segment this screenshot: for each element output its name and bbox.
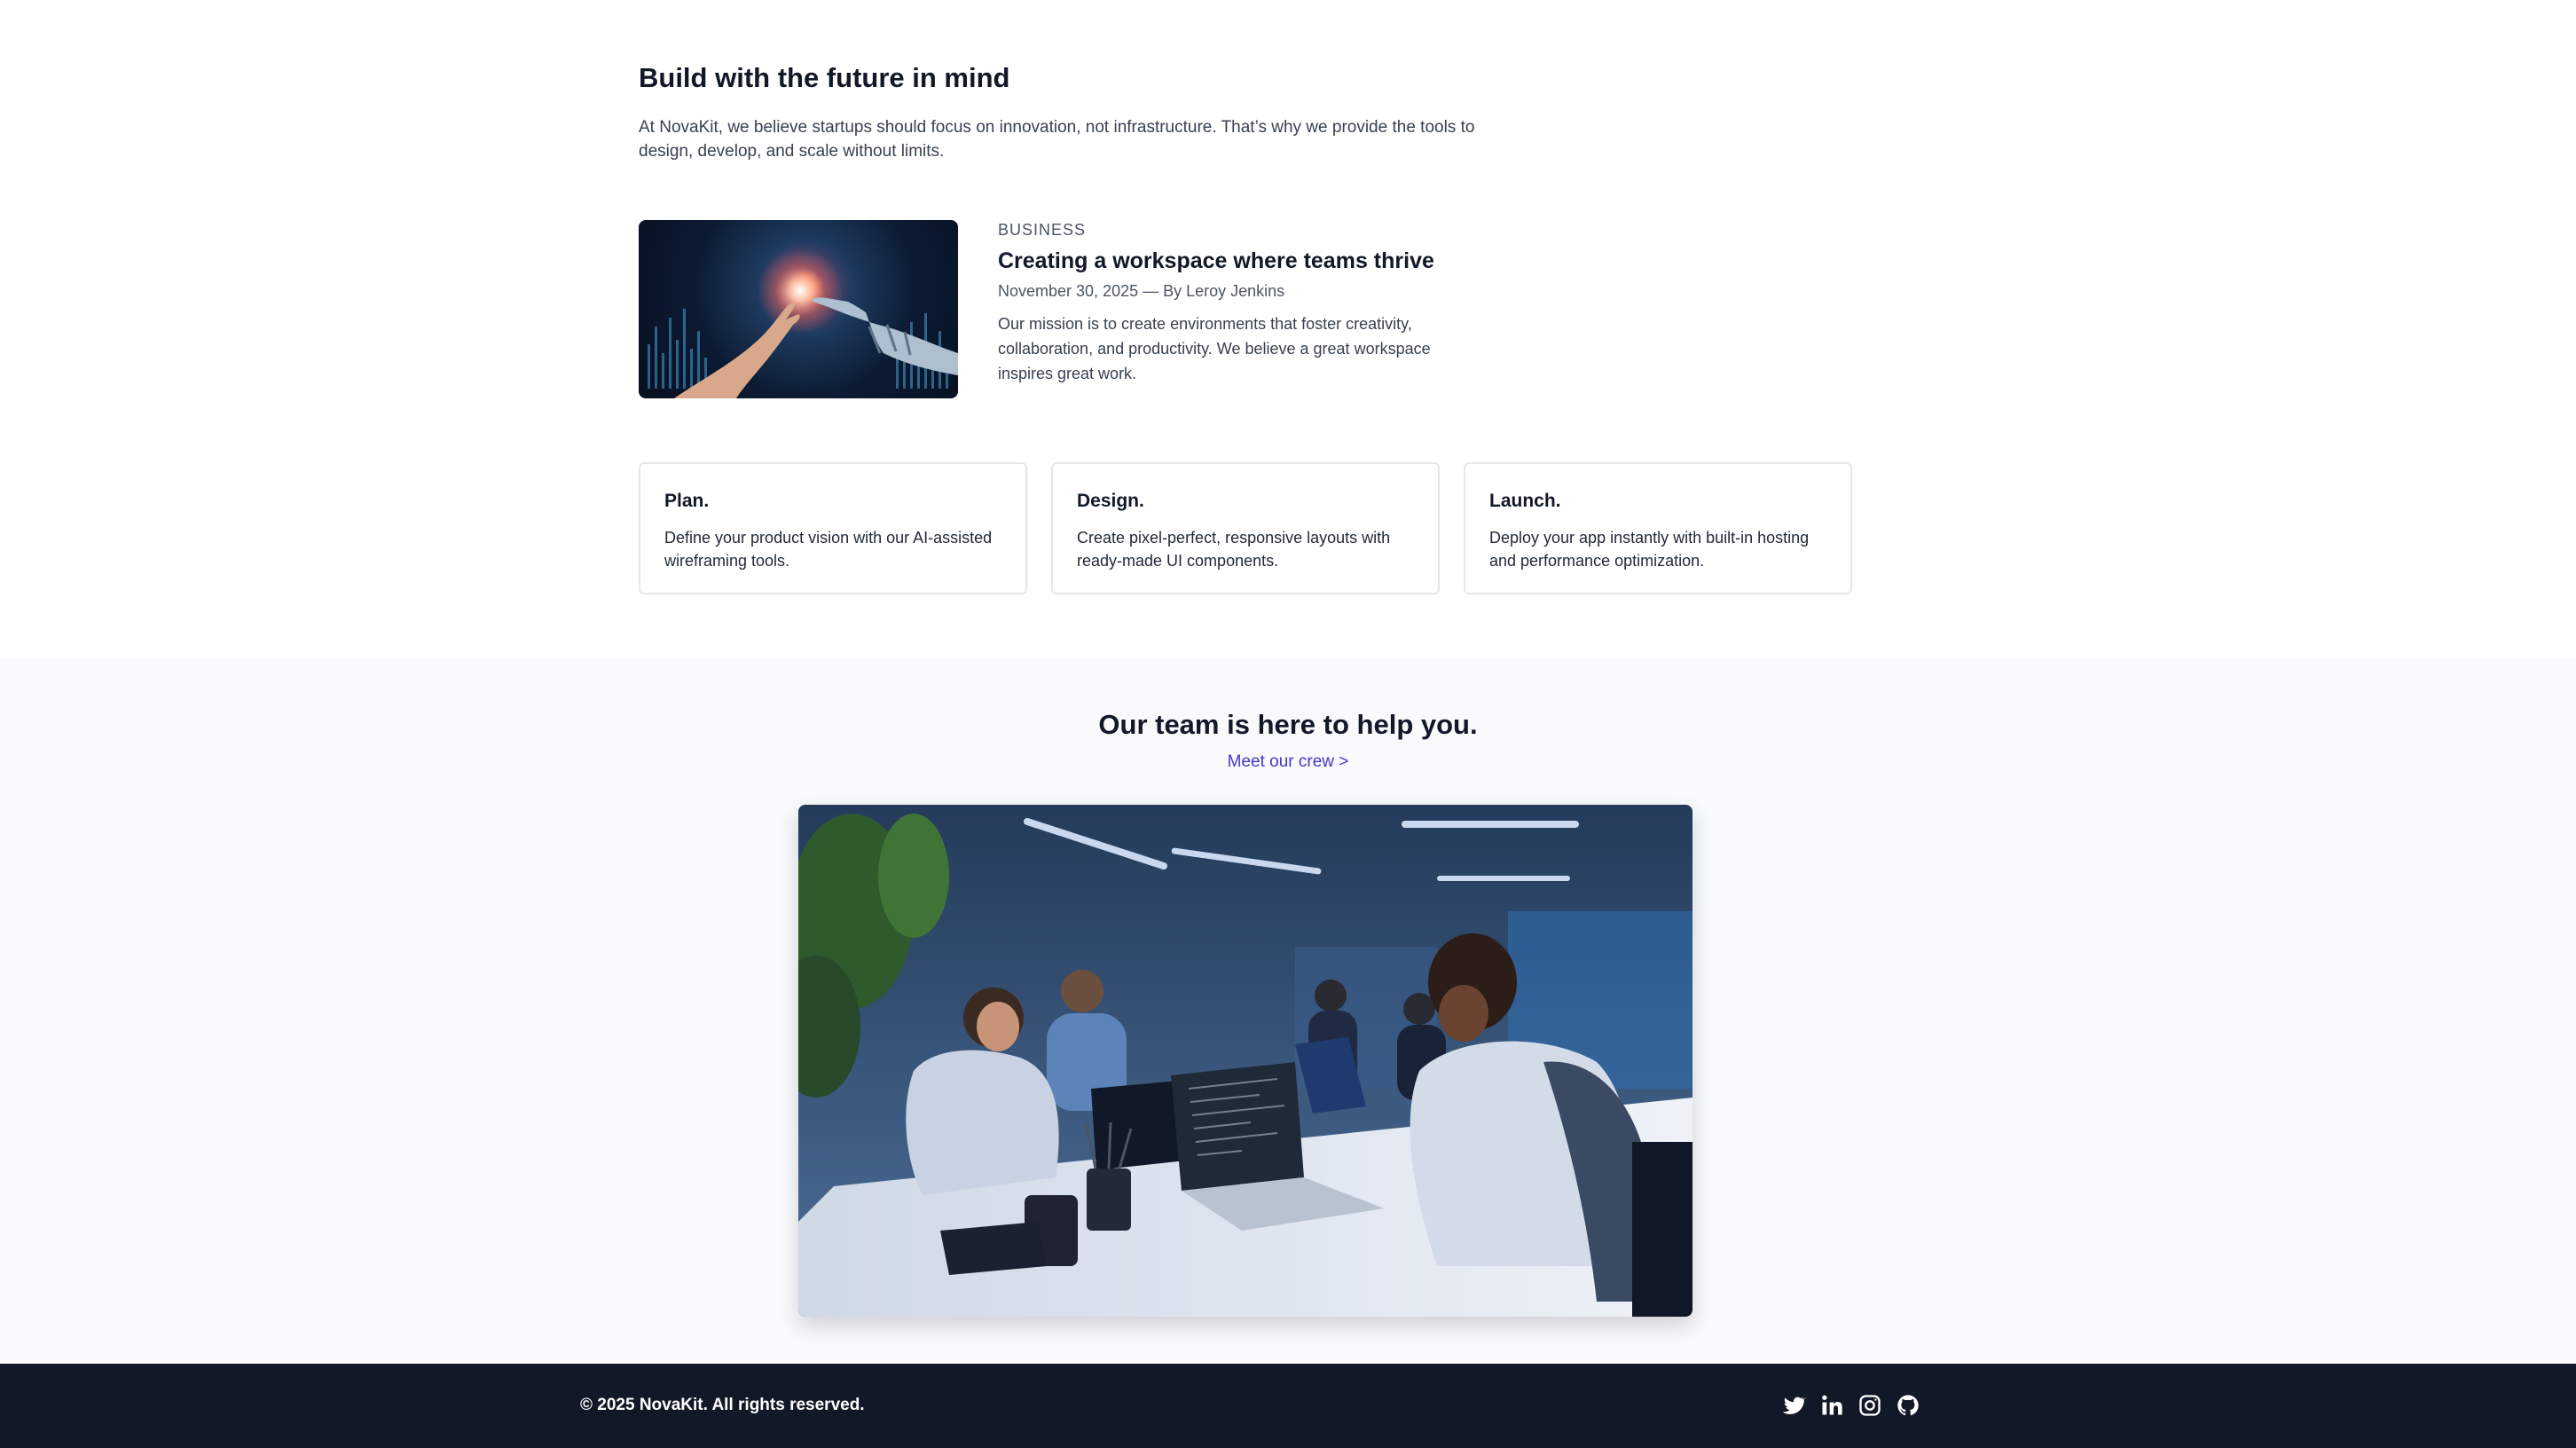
ai-hand-illustration (648, 248, 958, 398)
article-category[interactable]: BUSINESS (998, 220, 1495, 240)
footer-copyright: © 2025 NovaKit. All rights reserved. (580, 1396, 865, 1414)
feature-card-plan: Plan. Define your product vision with ou… (639, 462, 1027, 594)
footer: © 2025 NovaKit. All rights reserved. (0, 1364, 2576, 1448)
article-title[interactable]: Creating a workspace where teams thrive (998, 246, 1495, 276)
team-section: Our team is here to help you. Meet our c… (0, 658, 2576, 1364)
feature-card-text: Deploy your app instantly with built-in … (1489, 529, 1810, 570)
linkedin-icon[interactable] (1819, 1393, 1844, 1418)
feature-card-design: Design. Create pixel-perfect, responsive… (1051, 462, 1440, 594)
article-thumbnail[interactable] (639, 220, 958, 398)
feature-card-text: Define your product vision with our AI-a… (664, 529, 993, 570)
intro-description: At NovaKit, we believe startups should f… (639, 115, 1543, 163)
intro-heading: Build with the future in mind (639, 62, 1010, 93)
team-heading: Our team is here to help you. (1098, 709, 1478, 740)
team-photo (798, 805, 1692, 1317)
article-meta: November 30, 2025 — By Leroy Jenkins (998, 282, 1285, 300)
article-excerpt: Our mission is to create environments th… (998, 315, 1431, 382)
featured-article[interactable]: BUSINESS Creating a workspace where team… (639, 220, 1526, 399)
social-links (1781, 1393, 1920, 1418)
feature-card-text: Create pixel-perfect, responsive layouts… (1077, 529, 1391, 570)
intro-description-line2: design, develop, and scale without limit… (639, 142, 945, 161)
page: Build with the future in mind At NovaKit… (0, 0, 2576, 1448)
instagram-icon[interactable] (1857, 1393, 1882, 1418)
feature-card-title: Design. (1077, 491, 1144, 511)
feature-cards: Plan. Define your product vision with ou… (639, 462, 1852, 594)
intro-section: Build with the future in mind At NovaKit… (639, 60, 1543, 163)
twitter-icon[interactable] (1781, 1393, 1806, 1418)
feature-card-title: Plan. (664, 491, 710, 511)
intro-description-line1: At NovaKit, we believe startups should f… (639, 118, 1475, 137)
github-icon[interactable] (1896, 1393, 1920, 1418)
feature-card-launch: Launch. Deploy your app instantly with b… (1464, 462, 1852, 594)
meet-our-crew-link[interactable]: Meet our crew > (0, 751, 2576, 774)
office-team-illustration (798, 805, 1692, 1317)
article-body: BUSINESS Creating a workspace where team… (998, 220, 1495, 386)
feature-card-title: Launch. (1489, 491, 1561, 511)
